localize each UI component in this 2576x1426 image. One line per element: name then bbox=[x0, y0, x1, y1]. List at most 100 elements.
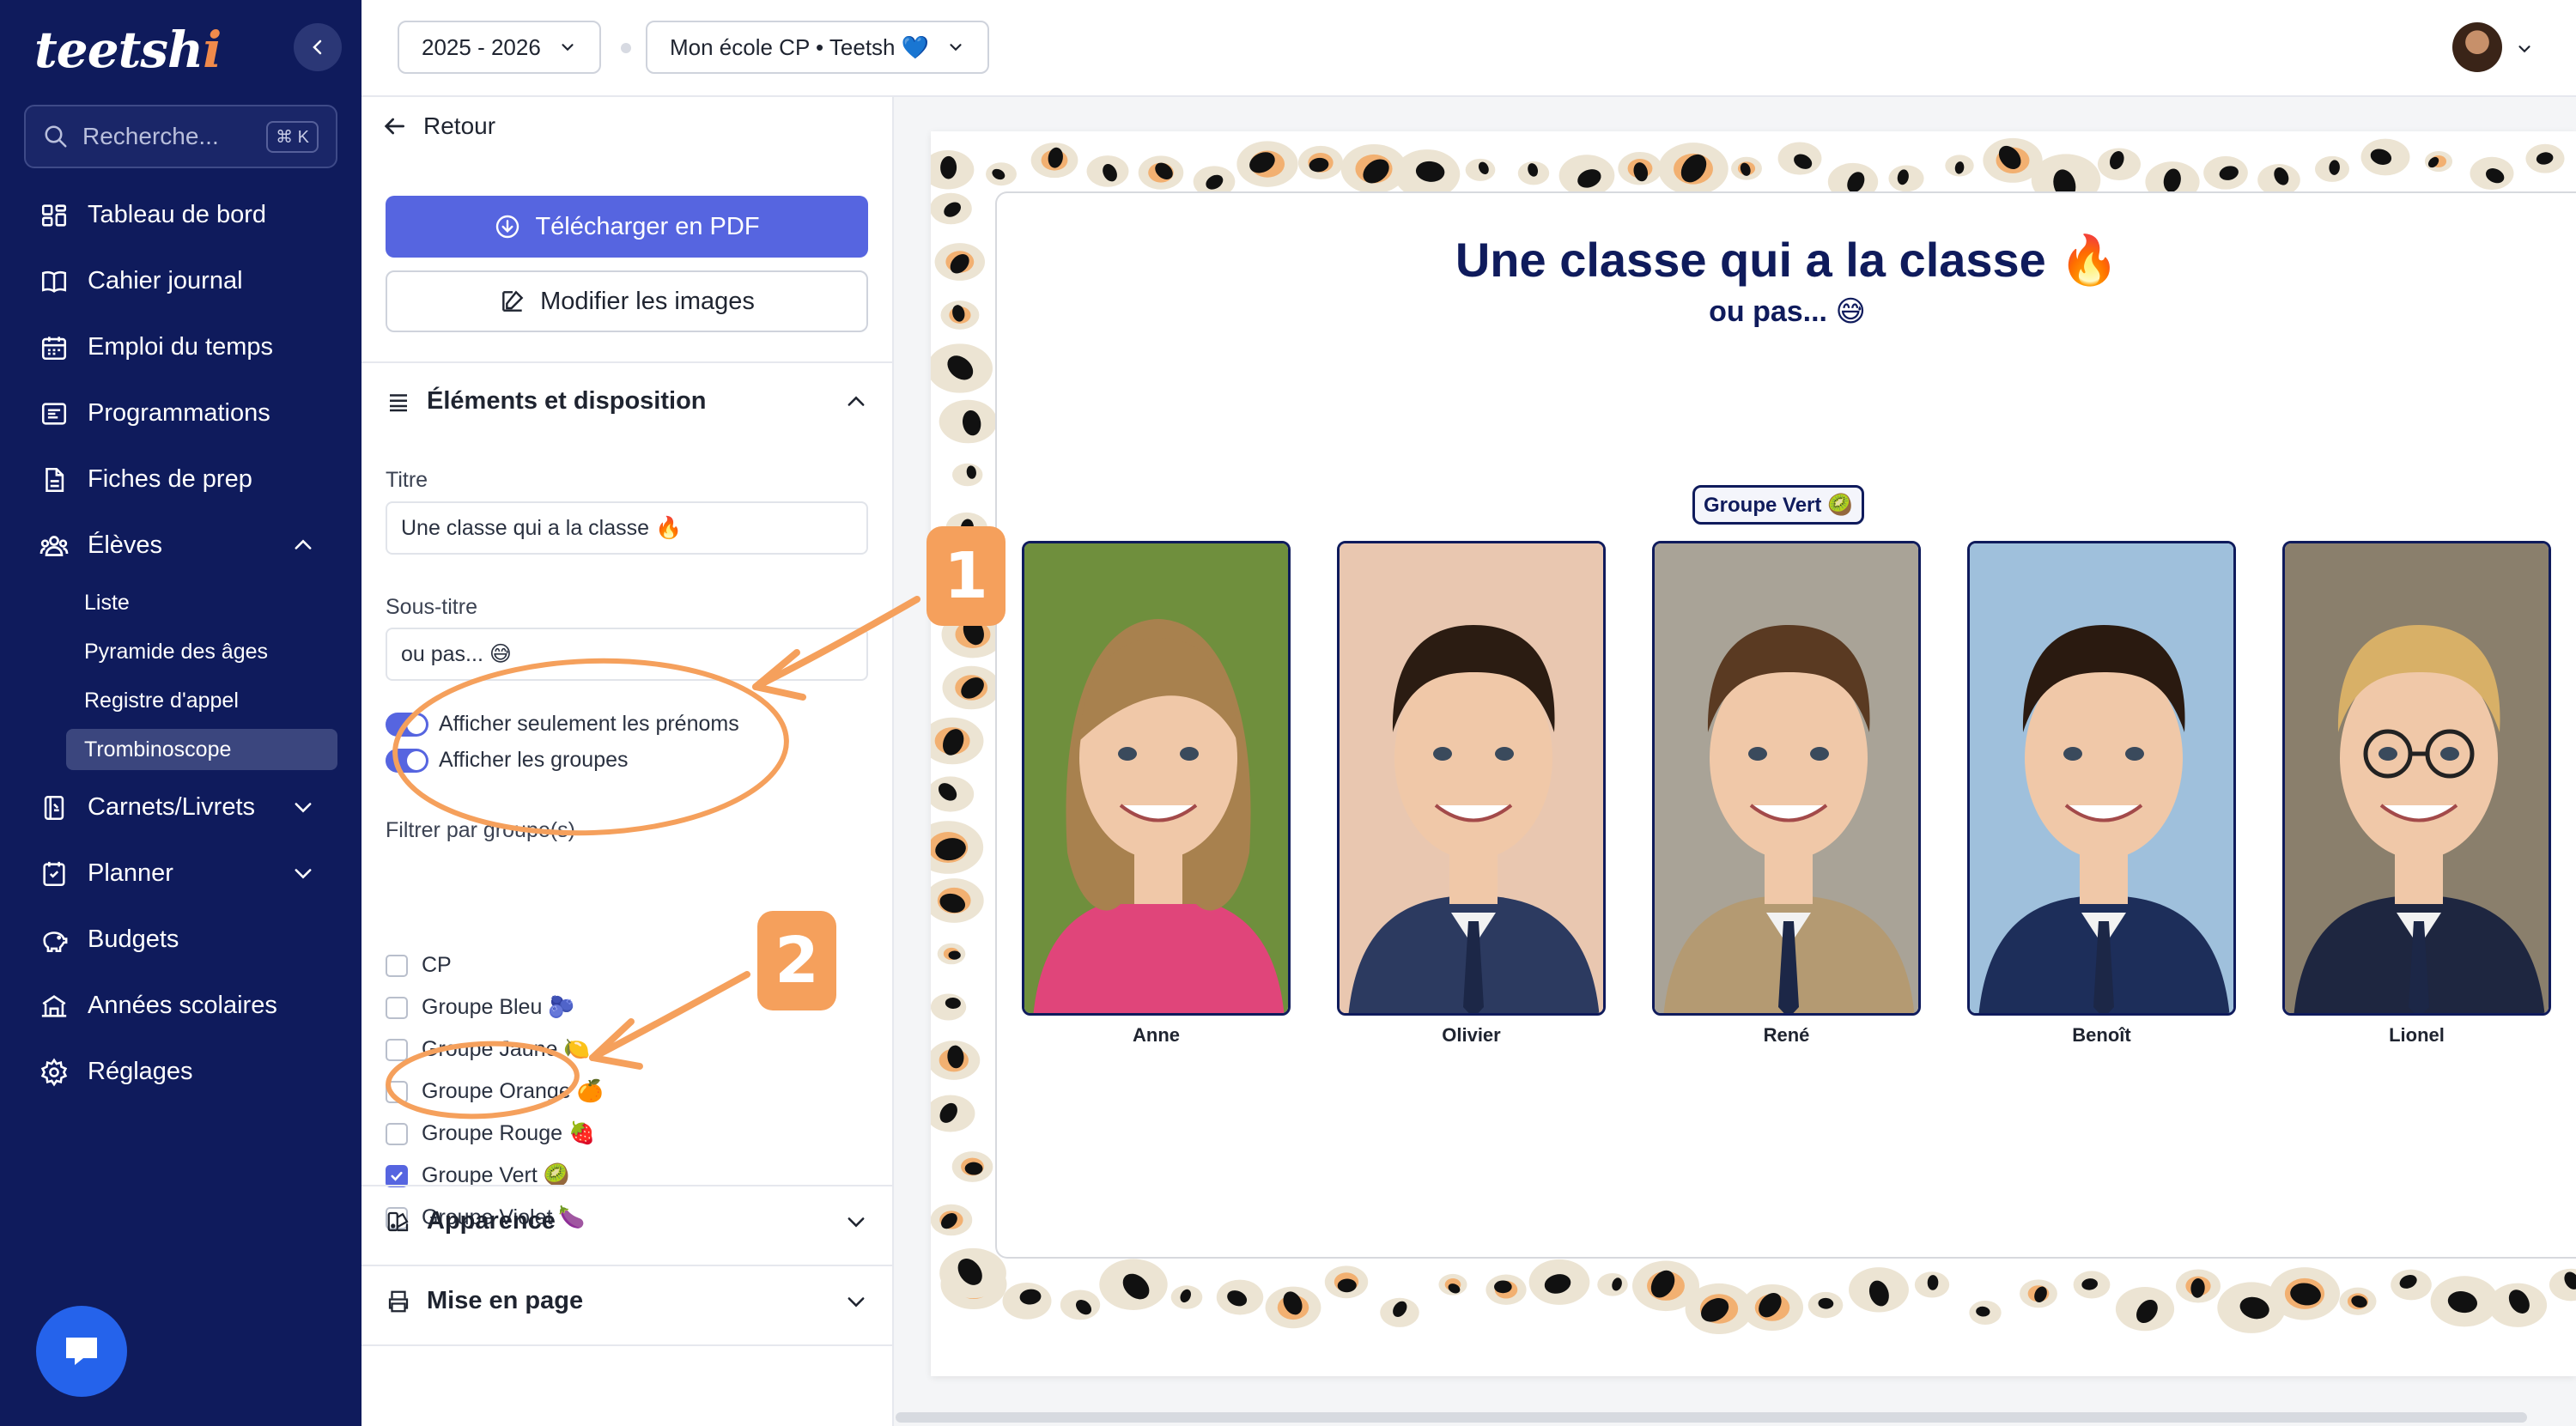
sidebar-item-emploi-du-temps[interactable]: Emploi du temps bbox=[0, 314, 361, 380]
chevron-down-icon bbox=[562, 44, 574, 52]
edit-icon bbox=[502, 290, 524, 312]
group-filter-label: Groupe Orange 🍊 bbox=[422, 1079, 604, 1103]
users-icon bbox=[38, 530, 70, 562]
sidebar-item-reglages[interactable]: Réglages bbox=[0, 1039, 361, 1105]
toggle-switch[interactable] bbox=[386, 712, 428, 737]
checkbox[interactable] bbox=[386, 996, 408, 1019]
title-label: Titre bbox=[386, 468, 428, 492]
sidebar-subitem-pyramide[interactable]: Pyramide des âges bbox=[0, 628, 361, 677]
school-year-select[interactable]: 2025 - 2026 bbox=[398, 21, 601, 74]
sidebar-item-annees-scolaires[interactable]: Années scolaires bbox=[0, 973, 361, 1039]
sidebar-item-cahier-journal[interactable]: Cahier journal bbox=[0, 248, 361, 314]
chevron-up-icon bbox=[848, 396, 865, 406]
group-filter-2[interactable]: Groupe Jaune 🍋 bbox=[386, 1037, 591, 1062]
app-logo[interactable]: teetshi bbox=[34, 21, 222, 79]
edit-images-button[interactable]: Modifier les images bbox=[386, 270, 868, 332]
school-year-value: 2025 - 2026 bbox=[422, 33, 541, 60]
check-icon bbox=[391, 1171, 403, 1181]
divider bbox=[361, 1265, 894, 1266]
subtitle-input[interactable]: ou pas... 😅 bbox=[386, 628, 868, 681]
sheet-title: Une classe qui a la classe 🔥 bbox=[1455, 233, 2120, 287]
filter-label: Filtrer par groupe(s) bbox=[386, 818, 575, 842]
search-input[interactable]: Recherche... ⌘ K bbox=[24, 105, 337, 168]
back-link[interactable]: Retour bbox=[380, 112, 495, 140]
sidebar-item-planner[interactable]: Planner bbox=[0, 840, 361, 907]
printer-icon bbox=[388, 1290, 409, 1312]
group-filter-label: Groupe Rouge 🍓 bbox=[422, 1121, 596, 1145]
title-input[interactable]: Une classe qui a la classe 🔥 bbox=[386, 501, 868, 555]
school-icon bbox=[38, 990, 70, 1022]
checkbox[interactable] bbox=[386, 1038, 408, 1061]
collapse-sidebar-button[interactable] bbox=[294, 23, 342, 71]
separator-dot bbox=[621, 43, 631, 53]
group-filter-label: CP bbox=[422, 953, 452, 977]
sidebar-item-label: Élèves bbox=[88, 531, 163, 559]
calendar-icon bbox=[38, 331, 70, 364]
sidebar-item-carnets-livrets[interactable]: Carnets/Livrets bbox=[0, 774, 361, 840]
section-elements-header[interactable]: Éléments et disposition bbox=[386, 387, 868, 416]
sidebar-item-eleves[interactable]: Élèves bbox=[0, 513, 361, 579]
section-appearance-header[interactable]: Apparence bbox=[386, 1207, 868, 1235]
student-name: Benoît bbox=[2072, 1024, 2131, 1046]
checkbox[interactable] bbox=[386, 1080, 408, 1103]
section-layout-header[interactable]: Mise en page bbox=[386, 1287, 868, 1315]
trombinoscope-card: Une classe qui a la classe 🔥 ou pas... 😅… bbox=[995, 191, 2576, 1259]
student-photo bbox=[1022, 541, 1291, 1016]
student-name: Olivier bbox=[1442, 1024, 1501, 1046]
search-icon bbox=[45, 125, 67, 148]
toggle-firstnames-only[interactable]: Afficher seulement les prénoms bbox=[386, 712, 739, 737]
divider bbox=[361, 1344, 894, 1346]
group-label: Groupe Vert 🥝 bbox=[1692, 485, 1864, 525]
group-filter-4[interactable]: Groupe Rouge 🍓 bbox=[386, 1121, 595, 1146]
toggle-switch[interactable] bbox=[386, 748, 428, 773]
sidebar-item-label: Planner bbox=[88, 859, 173, 887]
school-class-select[interactable]: Mon école CP • Teetsh 💙 bbox=[646, 21, 990, 74]
sidebar-subitem-liste[interactable]: Liste bbox=[0, 579, 361, 628]
sidebar-item-fiches-de-prep[interactable]: Fiches de prep bbox=[0, 446, 361, 513]
main-nav: Tableau de bord Cahier journal Emploi du… bbox=[0, 182, 361, 1105]
sheet-subtitle: ou pas... 😅 bbox=[1709, 295, 1866, 328]
chevron-left-icon bbox=[313, 39, 322, 55]
sidebar-item-programmations[interactable]: Programmations bbox=[0, 380, 361, 446]
search-placeholder: Recherche... bbox=[82, 123, 219, 149]
chevron-down-icon bbox=[295, 869, 312, 879]
sidebar-item-label: Cahier journal bbox=[88, 267, 243, 294]
chevron-down-icon bbox=[950, 44, 962, 52]
group-filter-label: Groupe Bleu 🫐 bbox=[422, 995, 575, 1019]
preview-area: Une classe qui a la classe 🔥 ou pas... 😅… bbox=[896, 97, 2576, 1426]
sidebar-subitem-registre[interactable]: Registre d'appel bbox=[0, 677, 361, 725]
download-pdf-button[interactable]: Télécharger en PDF bbox=[386, 196, 868, 258]
chevron-down-icon bbox=[848, 1217, 865, 1227]
checkbox[interactable] bbox=[386, 954, 408, 977]
school-class-value: Mon école CP • Teetsh 💙 bbox=[670, 33, 930, 60]
student-name: Lionel bbox=[2389, 1024, 2445, 1046]
divider bbox=[361, 1185, 894, 1186]
student-photo bbox=[2282, 541, 2551, 1016]
chevron-down-icon[interactable] bbox=[2515, 39, 2534, 58]
book-icon bbox=[38, 265, 70, 298]
chevron-up-icon bbox=[295, 539, 312, 549]
palette-icon bbox=[387, 1211, 409, 1231]
search-shortcut: ⌘ K bbox=[266, 120, 319, 153]
sidebar-item-label: Fiches de prep bbox=[88, 465, 252, 493]
group-filter-0[interactable]: CP bbox=[386, 953, 452, 978]
top-bar: 2025 - 2026 Mon école CP • Teetsh 💙 bbox=[361, 0, 2576, 97]
sidebar-item-budgets[interactable]: Budgets bbox=[0, 907, 361, 973]
toggle-show-groups[interactable]: Afficher les groupes bbox=[386, 748, 629, 773]
trombinoscope-sheet: Une classe qui a la classe 🔥 ou pas... 😅… bbox=[931, 131, 2576, 1376]
checkbox[interactable] bbox=[386, 1122, 408, 1145]
group-filter-1[interactable]: Groupe Bleu 🫐 bbox=[386, 995, 574, 1020]
sidebar-subitem-trombinoscope[interactable]: Trombinoscope bbox=[66, 729, 337, 770]
file-icon bbox=[38, 464, 70, 496]
horizontal-scrollbar[interactable] bbox=[896, 1412, 2527, 1423]
sidebar-item-dashboard[interactable]: Tableau de bord bbox=[0, 182, 361, 248]
sidebar-item-label: Carnets/Livrets bbox=[88, 793, 256, 821]
user-avatar[interactable] bbox=[2452, 22, 2502, 72]
sidebar-item-label: Réglages bbox=[88, 1058, 193, 1085]
sidebar: teetshi Recherche... ⌘ K Tableau de bord… bbox=[0, 0, 361, 1426]
student-photo bbox=[1337, 541, 1606, 1016]
piggy-bank-icon bbox=[38, 924, 70, 956]
chat-support-button[interactable] bbox=[36, 1306, 127, 1397]
group-filter-3[interactable]: Groupe Orange 🍊 bbox=[386, 1079, 604, 1104]
checkbox-checked[interactable] bbox=[386, 1164, 408, 1187]
